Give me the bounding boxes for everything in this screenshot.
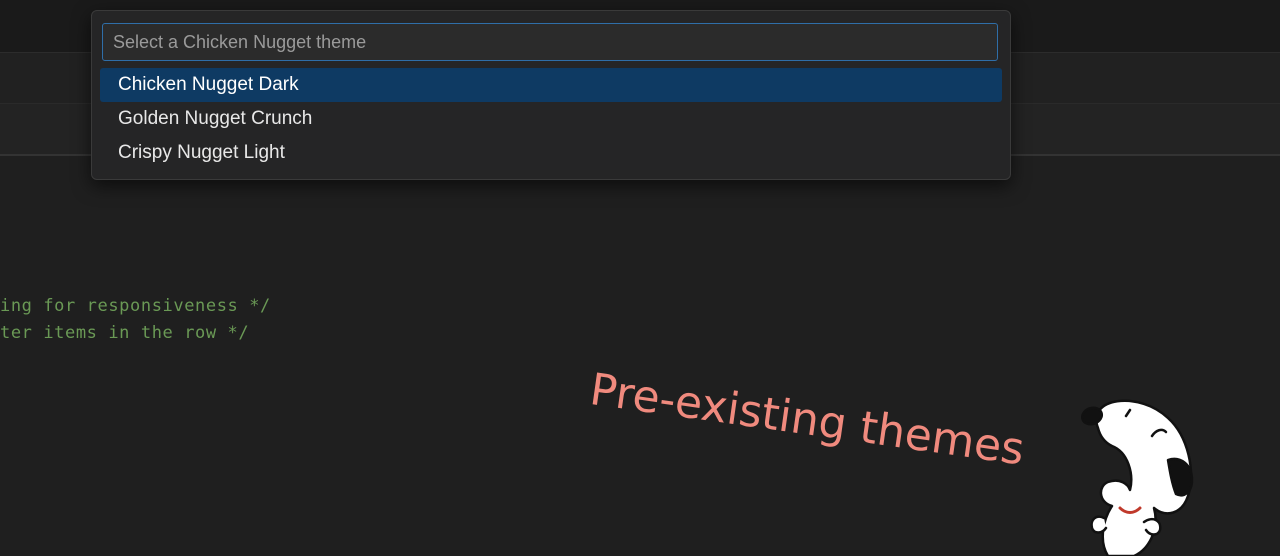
theme-option-crispy-nugget-light[interactable]: Crispy Nugget Light — [100, 136, 1002, 170]
snoopy-illustration — [1080, 399, 1194, 556]
theme-quick-pick: Chicken Nugget Dark Golden Nugget Crunch… — [91, 10, 1011, 180]
theme-option-chicken-nugget-dark[interactable]: Chicken Nugget Dark — [100, 68, 1002, 102]
code-comment-line: ter items in the row */ — [0, 323, 250, 343]
code-comment-line: ing for responsiveness */ — [0, 296, 271, 316]
theme-option-golden-nugget-crunch[interactable]: Golden Nugget Crunch — [100, 102, 1002, 136]
theme-search-input[interactable] — [102, 23, 998, 61]
theme-list: Chicken Nugget Dark Golden Nugget Crunch… — [100, 68, 1002, 170]
